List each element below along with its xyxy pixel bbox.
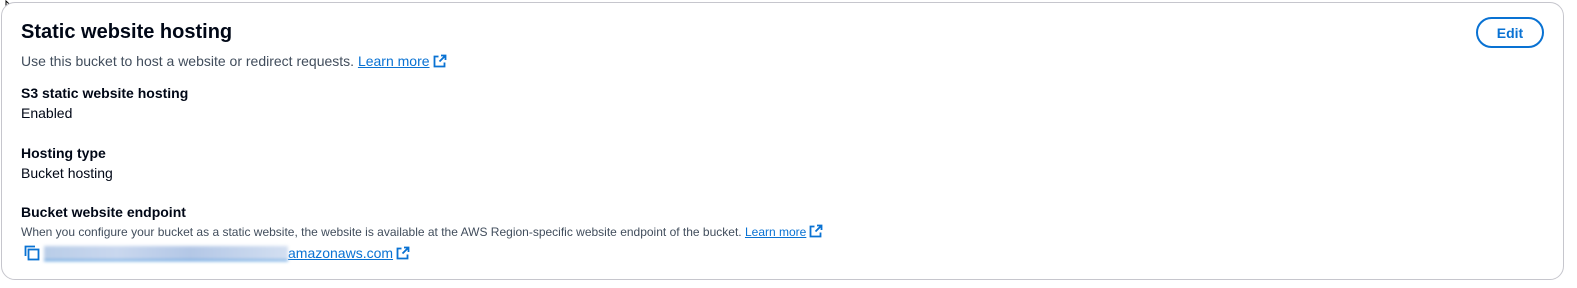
hosting-field: S3 static website hosting Enabled xyxy=(21,83,188,123)
endpoint-learn-more-link[interactable]: Learn more xyxy=(745,224,823,239)
endpoint-description: When you configure your bucket as a stat… xyxy=(21,222,823,242)
redacted-url-prefix xyxy=(44,246,288,262)
endpoint-url-row: amazonaws.com xyxy=(23,242,823,264)
hosting-label: S3 static website hosting xyxy=(21,85,189,101)
endpoint-url-link[interactable]: amazonaws.com xyxy=(44,245,410,262)
external-link-icon xyxy=(809,224,823,238)
panel-title: Static website hosting xyxy=(21,21,233,43)
description-text: Use this bucket to host a website or red… xyxy=(21,53,355,69)
edit-button[interactable]: Edit xyxy=(1476,17,1544,48)
hosting-type-value: Bucket hosting xyxy=(21,165,113,181)
static-website-hosting-panel: Static website hosting Edit Use this buc… xyxy=(1,2,1564,280)
hosting-type-label: Hosting type xyxy=(21,145,106,161)
endpoint-field: Bucket website endpoint When you configu… xyxy=(21,202,823,264)
learn-more-link[interactable]: Learn more xyxy=(358,53,447,69)
panel-description: Use this bucket to host a website or red… xyxy=(21,53,447,69)
copy-icon[interactable] xyxy=(23,244,41,262)
external-link-icon xyxy=(433,54,446,68)
panel-header: Static website hosting xyxy=(21,19,232,45)
external-link-icon xyxy=(396,246,410,259)
endpoint-label: Bucket website endpoint xyxy=(21,204,186,220)
hosting-value: Enabled xyxy=(21,105,73,121)
hosting-type-field: Hosting type Bucket hosting xyxy=(21,143,113,183)
